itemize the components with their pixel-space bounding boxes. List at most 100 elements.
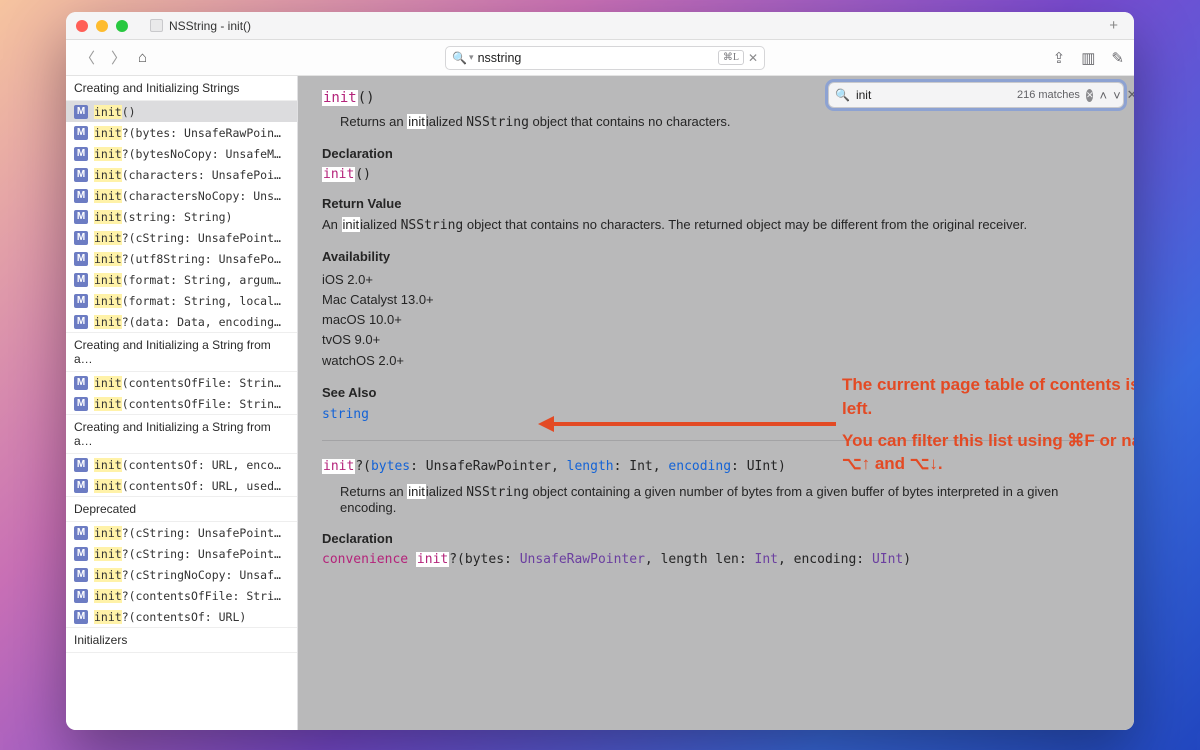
close-window-button[interactable] — [76, 20, 88, 32]
search-input[interactable] — [478, 51, 718, 65]
declaration-code: init() — [322, 167, 1110, 182]
sidebar-item-label: init(format: String, argum… — [94, 273, 281, 287]
sidebar-item-label: init?(bytesNoCopy: UnsafeM… — [94, 147, 281, 161]
method-summary-2: Returns an initialized NSString object c… — [340, 484, 1110, 515]
find-prev-button[interactable]: ˄ — [1099, 88, 1107, 103]
sidebar-item-label: init?(contentsOfFile: Stri… — [94, 589, 281, 603]
sidebar-item[interactable]: Minit(charactersNoCopy: Uns… — [66, 185, 297, 206]
sidebar-item[interactable]: Minit(format: String, argum… — [66, 269, 297, 290]
sidebar-item[interactable]: Minit(format: String, local… — [66, 290, 297, 311]
sidebar-item[interactable]: Minit(string: String) — [66, 206, 297, 227]
availability-heading: Availability — [322, 249, 1110, 264]
sidebar-item-label: init?(cStringNoCopy: Unsaf… — [94, 568, 281, 582]
sidebar-item[interactable]: Minit(characters: UnsafePoi… — [66, 164, 297, 185]
availability-list: iOS 2.0+Mac Catalyst 13.0+macOS 10.0+tvO… — [322, 270, 1110, 371]
sidebar-item[interactable]: Minit?(bytesNoCopy: UnsafeM… — [66, 143, 297, 164]
nav-back-button[interactable]: 〈 — [76, 45, 99, 70]
zoom-window-button[interactable] — [116, 20, 128, 32]
method-badge-icon: M — [74, 105, 88, 119]
sidebar-item-label: init(contentsOf: URL, enco… — [94, 458, 281, 472]
sidebar-item[interactable]: Minit?(cString: UnsafePoint… — [66, 543, 297, 564]
home-icon[interactable]: ⌂ — [138, 49, 147, 66]
tab-current[interactable]: NSString - init() — [142, 12, 259, 39]
sidebar-item[interactable]: Minit?(cString: UnsafePoint… — [66, 522, 297, 543]
return-value-heading: Return Value — [322, 196, 1110, 211]
new-tab-button[interactable]: + — [1103, 17, 1124, 34]
sidebar-item[interactable]: Minit?(contentsOfFile: Stri… — [66, 585, 297, 606]
sidebar-item[interactable]: Minit?(cStringNoCopy: Unsaf… — [66, 564, 297, 585]
sidebar-item-label: init?(contentsOf: URL) — [94, 610, 246, 624]
document-icon — [150, 19, 163, 32]
divider — [322, 440, 1110, 441]
sidebar-section-header: Creating and Initializing a String from … — [66, 332, 297, 372]
sidebar-item[interactable]: Minit(contentsOfFile: Strin… — [66, 372, 297, 393]
search-field[interactable]: 🔍 ▾ ⌘L ✕ — [445, 46, 765, 70]
method-badge-icon: M — [74, 568, 88, 582]
sidebar-item[interactable]: Minit() — [66, 101, 297, 122]
method-badge-icon: M — [74, 376, 88, 390]
find-next-button[interactable]: ˅ — [1113, 88, 1121, 103]
sidebar-item[interactable]: Minit?(utf8String: UnsafePo… — [66, 248, 297, 269]
method-badge-icon: M — [74, 458, 88, 472]
method-badge-icon: M — [74, 189, 88, 203]
documentation-body: init() Returns an initialized NSString o… — [298, 76, 1134, 587]
see-also-heading: See Also — [322, 385, 1110, 400]
declaration-heading: Declaration — [322, 146, 1110, 161]
availability-item: Mac Catalyst 13.0+ — [322, 290, 1110, 310]
method-title-2: init?(bytes: UnsafeRawPointer, length: I… — [322, 459, 1110, 474]
bookmarks-icon[interactable]: ▥ — [1081, 49, 1095, 67]
app-window: NSString - init() + 〈 〉 ⌂ 🔍 ▾ ⌘L ✕ ⇪ ▥ ✎… — [66, 12, 1134, 730]
sidebar[interactable]: Creating and Initializing StringsMinit()… — [66, 76, 298, 730]
return-value-text: An initialized NSString object that cont… — [322, 217, 1110, 233]
method-badge-icon: M — [74, 273, 88, 287]
edit-icon[interactable]: ✎ — [1111, 49, 1124, 67]
declaration-heading-2: Declaration — [322, 531, 1110, 546]
sidebar-item[interactable]: Minit(contentsOfFile: Strin… — [66, 393, 297, 414]
find-bar: 🔍 216 matches ✕ ˄ ˅ ✕ — [828, 82, 1124, 108]
availability-item: watchOS 2.0+ — [322, 351, 1110, 371]
method-badge-icon: M — [74, 315, 88, 329]
traffic-lights — [76, 20, 128, 32]
sidebar-item-label: init(contentsOfFile: Strin… — [94, 376, 281, 390]
find-input[interactable] — [856, 88, 1011, 102]
sidebar-item-label: init(characters: UnsafePoi… — [94, 168, 281, 182]
availability-item: tvOS 9.0+ — [322, 330, 1110, 350]
method-badge-icon: M — [74, 168, 88, 182]
sidebar-item[interactable]: Minit(contentsOf: URL, enco… — [66, 454, 297, 475]
sidebar-item-label: init?(cString: UnsafePoint… — [94, 526, 281, 540]
sidebar-item[interactable]: Minit?(cString: UnsafePoint… — [66, 227, 297, 248]
sidebar-item[interactable]: Minit?(bytes: UnsafeRawPoin… — [66, 122, 297, 143]
method-summary: Returns an initialized NSString object t… — [340, 114, 1110, 130]
method-badge-icon: M — [74, 610, 88, 624]
method-badge-icon: M — [74, 147, 88, 161]
find-icon: 🔍 — [835, 88, 850, 102]
sidebar-item-label: init(contentsOf: URL, used… — [94, 479, 281, 493]
nav-forward-button[interactable]: 〉 — [107, 45, 130, 70]
sidebar-item-label: init?(cString: UnsafePoint… — [94, 231, 281, 245]
sidebar-item-label: init(contentsOfFile: Strin… — [94, 397, 281, 411]
sidebar-section-header: Creating and Initializing Strings — [66, 76, 297, 101]
sidebar-item-label: init?(data: Data, encoding… — [94, 315, 281, 329]
declaration-code-2: convenience init?(bytes: UnsafeRawPointe… — [322, 552, 1110, 567]
search-scope-dropdown-icon[interactable]: ▾ — [469, 52, 474, 63]
find-close-button[interactable]: ✕ — [1127, 87, 1134, 103]
method-badge-icon: M — [74, 397, 88, 411]
content-pane: 🔍 216 matches ✕ ˄ ˅ ✕ init() Returns an … — [298, 76, 1134, 730]
search-clear-button[interactable]: ✕ — [748, 51, 758, 65]
find-match-count: 216 matches — [1017, 89, 1080, 101]
tab-title: NSString - init() — [169, 19, 251, 33]
sidebar-item[interactable]: Minit?(contentsOf: URL) — [66, 606, 297, 627]
share-icon[interactable]: ⇪ — [1053, 49, 1066, 67]
minimize-window-button[interactable] — [96, 20, 108, 32]
sidebar-item-label: init(format: String, local… — [94, 294, 281, 308]
sidebar-item-label: init(string: String) — [94, 210, 232, 224]
method-badge-icon: M — [74, 126, 88, 140]
see-also-link[interactable]: string — [322, 407, 369, 422]
titlebar: NSString - init() + — [66, 12, 1134, 40]
method-badge-icon: M — [74, 231, 88, 245]
method-badge-icon: M — [74, 547, 88, 561]
method-badge-icon: M — [74, 526, 88, 540]
sidebar-item[interactable]: Minit?(data: Data, encoding… — [66, 311, 297, 332]
sidebar-item[interactable]: Minit(contentsOf: URL, used… — [66, 475, 297, 496]
find-clear-button[interactable]: ✕ — [1086, 89, 1094, 102]
